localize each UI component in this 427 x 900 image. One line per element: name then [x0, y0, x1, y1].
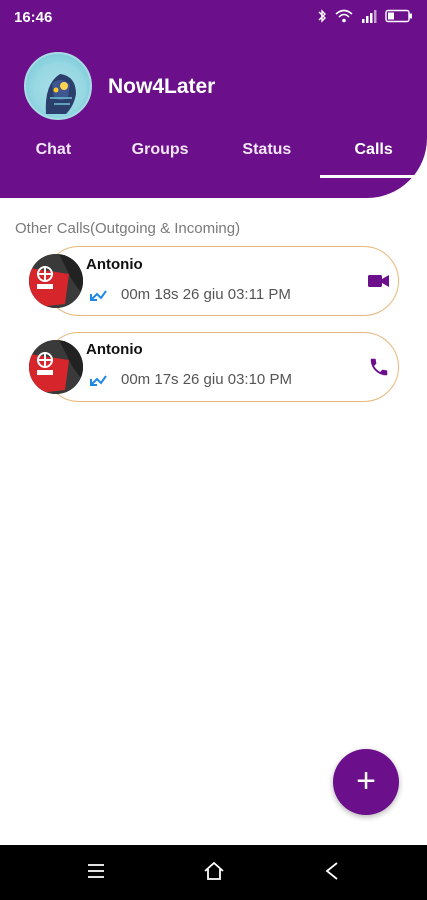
contact-avatar[interactable]	[29, 254, 83, 308]
app-avatar[interactable]	[24, 52, 92, 120]
call-info: 00m 17s 26 giu 03:10 PM	[121, 371, 292, 388]
status-time: 16:46	[14, 9, 53, 26]
status-icons	[317, 9, 413, 23]
call-info: 00m 18s 26 giu 03:11 PM	[121, 286, 291, 303]
tab-chat[interactable]: Chat	[0, 134, 107, 178]
app-title: Now4Later	[108, 75, 216, 98]
contact-avatar[interactable]	[29, 340, 83, 394]
contact-name: Antonio	[86, 341, 143, 358]
system-nav-bar	[0, 845, 427, 900]
contact-name: Antonio	[86, 256, 143, 273]
outgoing-call-arrow-icon	[90, 290, 107, 301]
outgoing-call-arrow-icon	[90, 375, 107, 386]
wifi-icon	[335, 9, 353, 23]
tab-status[interactable]: Status	[214, 134, 321, 178]
tab-groups[interactable]: Groups	[107, 134, 214, 178]
robot-head-icon	[34, 62, 86, 114]
signal-icon	[362, 10, 377, 23]
new-call-button[interactable]: +	[333, 749, 399, 815]
app-header: 16:46 Now4Later Chat Groups Status Calls	[0, 0, 427, 198]
battery-icon	[385, 9, 412, 23]
tab-bar: Chat Groups Status Calls	[0, 134, 427, 178]
section-label: Other Calls(Outgoing & Incoming)	[15, 220, 241, 237]
phone-call-icon[interactable]	[368, 356, 390, 378]
tab-calls[interactable]: Calls	[320, 134, 427, 178]
bluetooth-icon	[318, 9, 326, 23]
home-icon[interactable]	[203, 861, 225, 881]
video-call-icon[interactable]	[368, 272, 390, 290]
menu-icon[interactable]	[86, 861, 106, 881]
back-icon[interactable]	[324, 861, 340, 881]
status-bar: 16:46	[0, 0, 427, 34]
